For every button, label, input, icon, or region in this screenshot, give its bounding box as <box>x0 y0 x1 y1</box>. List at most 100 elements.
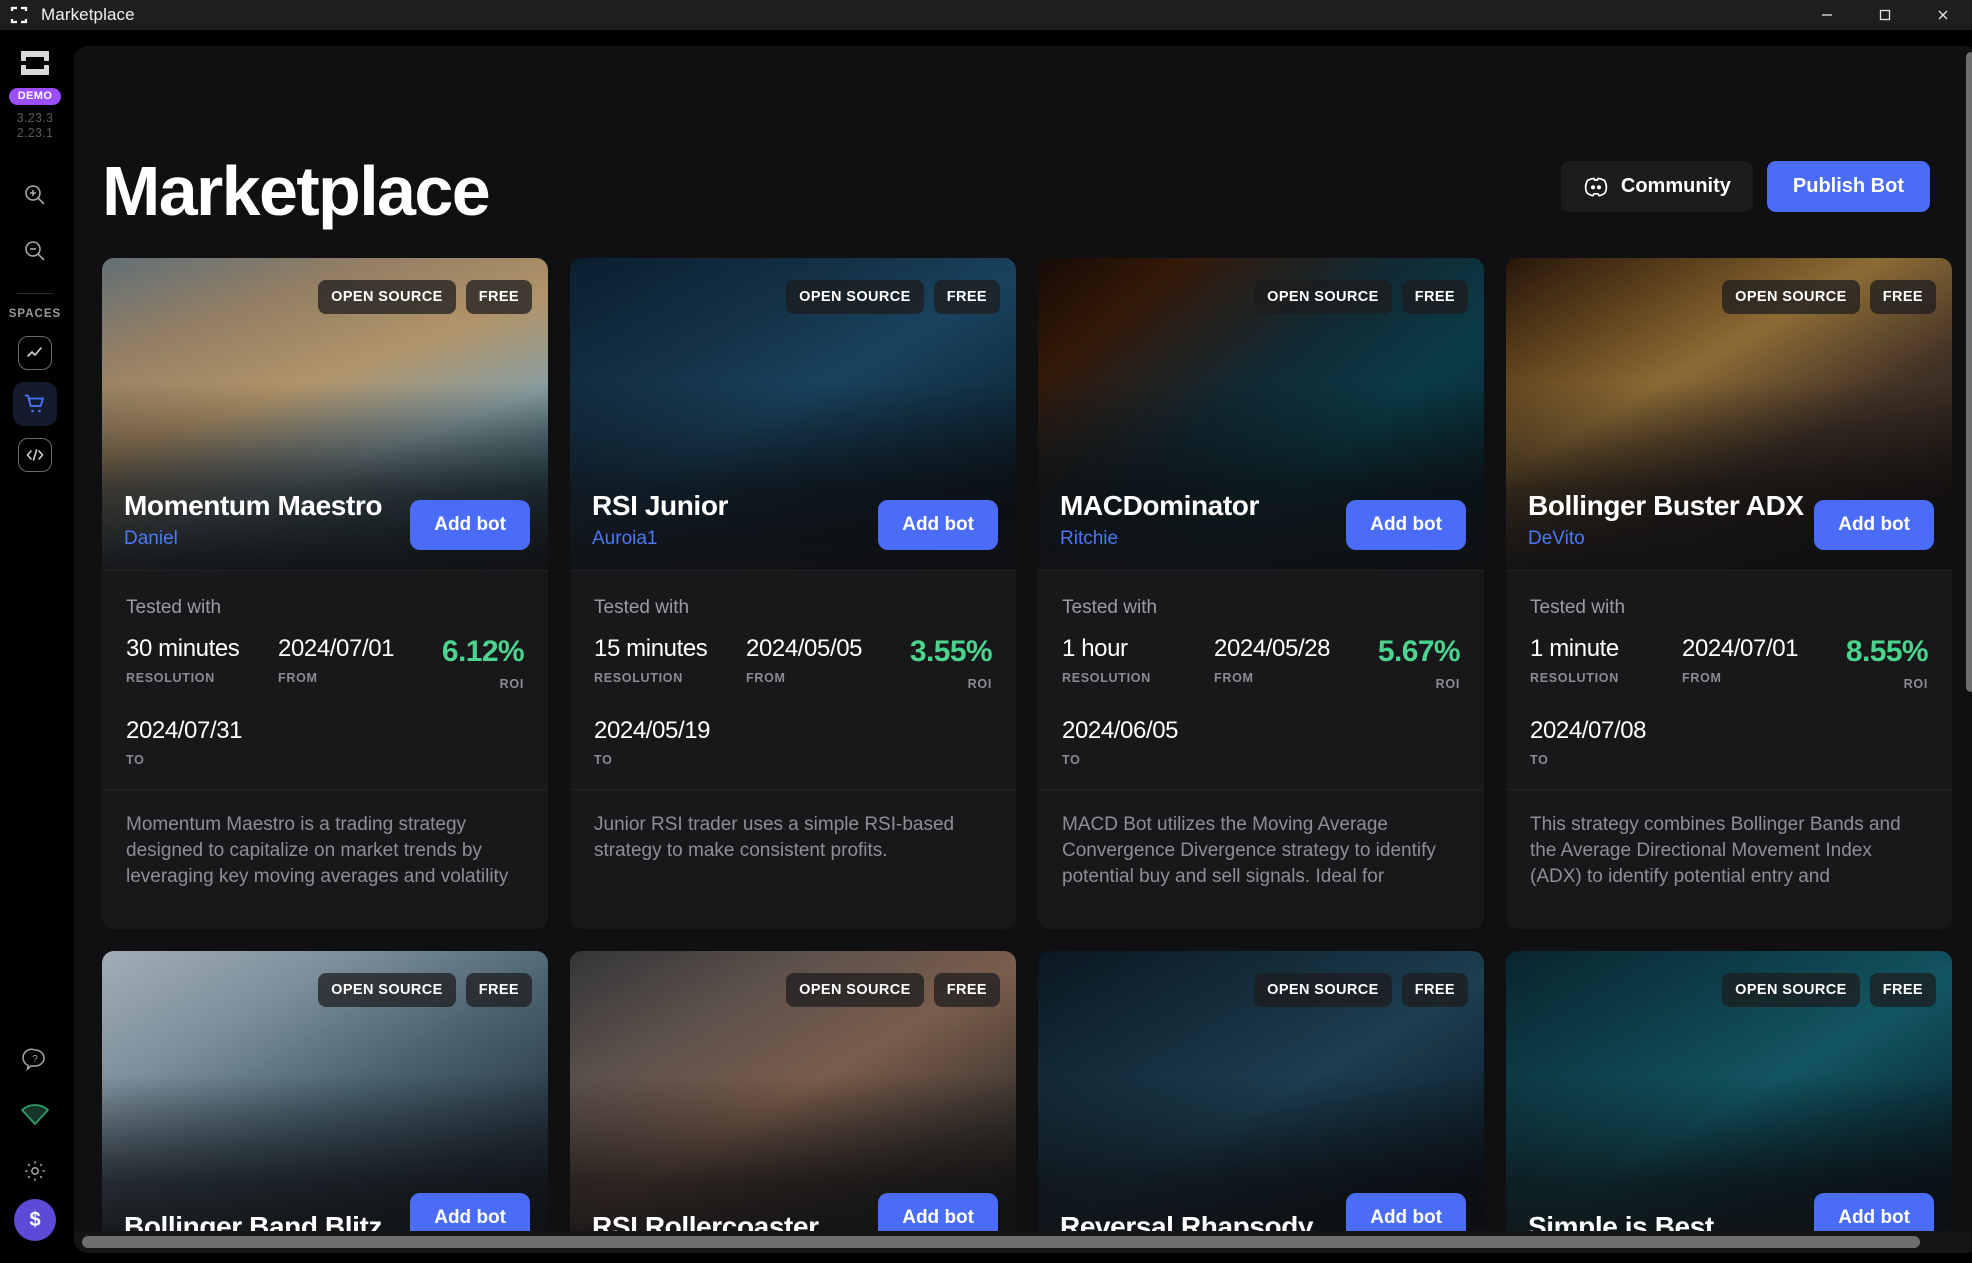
card-badge: FREE <box>933 973 1000 1007</box>
roi-label: ROI <box>1903 677 1928 691</box>
card-hero: OPEN SOURCE FREE MACDominator Ritchie Add bo… <box>1038 258 1484 570</box>
to-date-value: 2024/07/08 <box>1530 717 1647 744</box>
to-label: TO <box>1530 753 1549 767</box>
resolution-stat: 2024/07/31 TO <box>126 717 278 767</box>
horizontal-scrollbar-thumb[interactable] <box>82 1236 1920 1248</box>
card-badge: OPEN SOURCE <box>786 280 924 314</box>
card-badge: FREE <box>933 280 1000 314</box>
gear-settings-icon[interactable] <box>13 1149 57 1193</box>
bot-author-link[interactable]: Daniel <box>124 528 382 550</box>
marketplace-panel: Marketplace Community Publish Bot OPEN S… <box>74 46 1972 1253</box>
resolution-value: 1 minute <box>1530 635 1619 662</box>
app-shell: DEMO 3.23.3 2.23.1 SPACES ? $ Marketplac… <box>0 30 1972 1263</box>
bot-card[interactable]: OPEN SOURCE FREE MACDominator Ritchie Add bo… <box>1038 258 1484 929</box>
bot-name: MACDominator <box>1060 490 1259 521</box>
card-hero-footer: Bollinger Buster ADX DeVito Add bot <box>1506 490 1952 570</box>
from-label: FROM <box>1682 671 1722 685</box>
add-bot-button[interactable]: Add bot <box>878 500 998 550</box>
bot-author-link[interactable]: Auroia1 <box>592 528 728 550</box>
resolution-value: 30 minutes <box>126 635 240 662</box>
sidebar-brand-icon[interactable] <box>15 44 55 82</box>
bot-card[interactable]: OPEN SOURCE FREE Simple is Best Add bot <box>1506 951 1952 1253</box>
bot-card[interactable]: OPEN SOURCE FREE Reversal Rhapsody Add bot <box>1038 951 1484 1253</box>
stat-row-secondary: 2024/05/19 TO <box>594 717 992 767</box>
resolution-label: RESOLUTION <box>1062 671 1151 685</box>
from-label: FROM <box>278 671 318 685</box>
stat-row-primary: 30 minutes RESOLUTION 2024/07/01 FROM 6.12% R… <box>126 635 525 691</box>
maximize-button[interactable] <box>1856 0 1914 30</box>
bot-card[interactable]: OPEN SOURCE FREE RSI Rollercoaster Add bot <box>570 951 1016 1253</box>
roi-value: 5.67% <box>1377 635 1461 668</box>
resolution-stat: 30 minutes RESOLUTION <box>126 635 278 685</box>
from-date-value: 2024/07/01 <box>1682 635 1799 662</box>
card-badges: OPEN SOURCE FREE <box>318 973 532 1007</box>
card-identity: Momentum Maestro Daniel <box>124 490 382 550</box>
add-bot-button[interactable]: Add bot <box>410 500 530 550</box>
help-question-icon[interactable]: ? <box>13 1037 57 1081</box>
card-hero: OPEN SOURCE FREE Bollinger Buster ADX DeVit… <box>1506 258 1952 570</box>
card-hero: OPEN SOURCE FREE RSI Junior Auroia1 Add bot <box>570 258 1016 570</box>
publish-bot-button[interactable]: Publish Bot <box>1766 161 1930 212</box>
resolution-stat: 2024/06/05 TO <box>1062 717 1214 767</box>
community-button[interactable]: Community <box>1560 161 1753 212</box>
card-badge: OPEN SOURCE <box>318 280 456 314</box>
card-identity: Bollinger Buster ADX DeVito <box>1528 490 1804 550</box>
sidebar-item-code[interactable] <box>18 438 52 472</box>
header-actions: Community Publish Bot <box>1560 161 1930 212</box>
card-badge: FREE <box>1401 973 1468 1007</box>
stat-row-secondary: 2024/06/05 TO <box>1062 717 1460 767</box>
from-stat: 2024/07/01 FROM <box>1682 635 1832 685</box>
demo-badge: DEMO <box>8 88 62 105</box>
resolution-label: RESOLUTION <box>1530 671 1619 685</box>
card-stats: Tested with 30 minutes RESOLUTION 2024/07/0… <box>102 570 548 789</box>
bot-author-link[interactable]: DeVito <box>1528 528 1804 550</box>
roi-label: ROI <box>1435 677 1460 691</box>
to-label: TO <box>1062 753 1081 767</box>
card-description: Momentum Maestro is a trading strategy d… <box>102 789 548 929</box>
card-badges: OPEN SOURCE FREE <box>1254 973 1468 1007</box>
horizontal-scrollbar-track[interactable] <box>74 1231 1972 1253</box>
card-description: MACD Bot utilizes the Moving Average Con… <box>1038 789 1484 929</box>
bot-card[interactable]: OPEN SOURCE FREE Momentum Maestro Daniel Add… <box>102 258 548 929</box>
card-badge: OPEN SOURCE <box>318 973 456 1007</box>
from-stat: 2024/05/28 FROM <box>1214 635 1364 685</box>
stat-row-primary: 1 minute RESOLUTION 2024/07/01 FROM 8.55% ROI <box>1530 635 1929 691</box>
vertical-scrollbar[interactable] <box>1966 52 1972 692</box>
card-hero: OPEN SOURCE FREE RSI Rollercoaster Add bot <box>570 951 1016 1253</box>
card-badge: FREE <box>465 280 532 314</box>
add-bot-button[interactable]: Add bot <box>1814 500 1934 550</box>
resolution-value: 1 hour <box>1062 635 1128 662</box>
to-label: TO <box>126 753 145 767</box>
bot-author-link[interactable]: Ritchie <box>1060 528 1259 550</box>
wifi-signal-icon[interactable] <box>13 1093 57 1137</box>
user-avatar[interactable]: $ <box>14 1199 56 1241</box>
discord-icon <box>1583 177 1609 197</box>
roi-label: ROI <box>499 677 524 691</box>
stat-row-primary: 15 minutes RESOLUTION 2024/05/05 FROM 3.55% R… <box>594 635 993 691</box>
card-badges: OPEN SOURCE FREE <box>318 280 532 314</box>
sidebar-divider <box>17 293 53 294</box>
bot-card[interactable]: OPEN SOURCE FREE RSI Junior Auroia1 Add bot T… <box>570 258 1016 929</box>
bot-card[interactable]: OPEN SOURCE FREE Bollinger Buster ADX DeVit… <box>1506 258 1952 929</box>
sidebar-item-charts[interactable] <box>18 336 52 370</box>
bot-card[interactable]: OPEN SOURCE FREE Bollinger Band Blitz Add b… <box>102 951 548 1253</box>
card-stats: Tested with 1 hour RESOLUTION 2024/05/28 FRO… <box>1038 570 1484 789</box>
card-description: Junior RSI trader uses a simple RSI-base… <box>570 789 1016 929</box>
page-header: Marketplace Community Publish Bot <box>74 46 1972 226</box>
app-logo-icon <box>8 4 30 26</box>
zoom-in-icon[interactable] <box>13 173 57 217</box>
zoom-out-icon[interactable] <box>13 229 57 273</box>
card-hero: OPEN SOURCE FREE Momentum Maestro Daniel Add… <box>102 258 548 570</box>
add-bot-button[interactable]: Add bot <box>1346 500 1466 550</box>
bot-name: RSI Junior <box>592 490 729 521</box>
card-badge: OPEN SOURCE <box>1722 973 1860 1007</box>
card-hero: OPEN SOURCE FREE Bollinger Band Blitz Add b… <box>102 951 548 1253</box>
roi-value: 8.55% <box>1845 635 1929 668</box>
sidebar-item-marketplace[interactable] <box>13 382 57 426</box>
to-date-value: 2024/05/19 <box>594 717 711 744</box>
roi-stat: 8.55% ROI <box>1832 635 1929 691</box>
from-label: FROM <box>1214 671 1254 685</box>
roi-value: 6.12% <box>441 635 525 668</box>
minimize-button[interactable] <box>1798 0 1856 30</box>
close-button[interactable] <box>1914 0 1972 30</box>
